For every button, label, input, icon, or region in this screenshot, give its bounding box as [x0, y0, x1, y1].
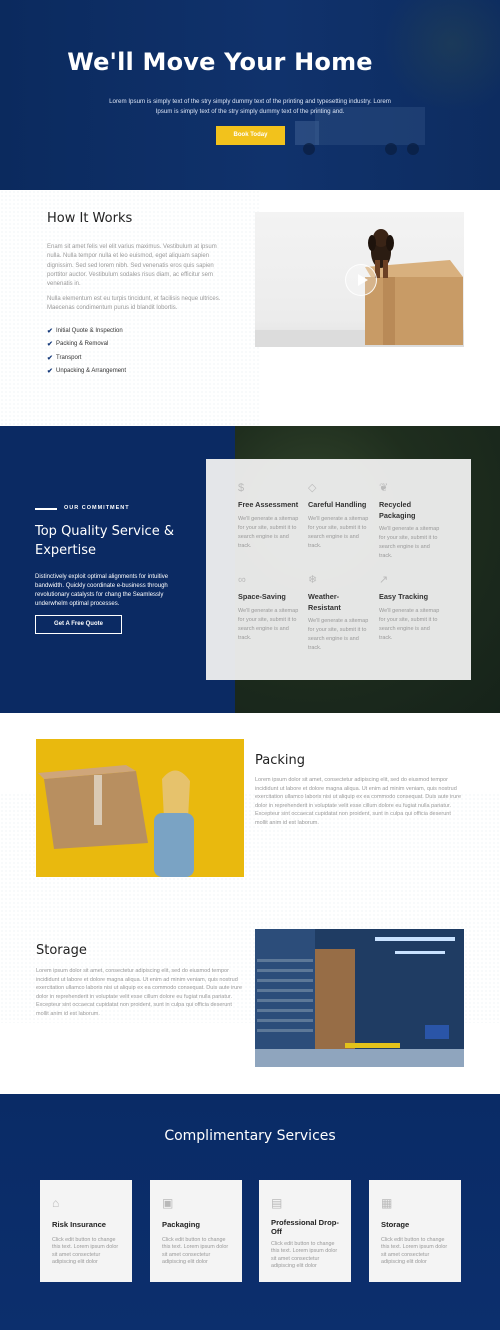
step-item: ✔ Initial Quote & Inspection: [47, 327, 123, 335]
feature-weather-resistant: ❄ Weather-Resistant We'll generate a sit…: [308, 574, 369, 651]
complimentary-section: Complimentary Services ⌂ Risk Insurance …: [0, 1094, 500, 1330]
diamond-icon: ◇: [308, 482, 317, 494]
warehouse-image: [255, 929, 464, 1067]
feature-free-assessment: $ Free Assessment We'll generate a sitem…: [238, 482, 299, 549]
check-icon: ✔: [47, 354, 53, 362]
commitment-description: Distinctively exploit optimal alignments…: [35, 574, 169, 607]
book-today-button[interactable]: Book Today: [216, 126, 285, 145]
service-card-packaging: ▣ Packaging Click edit button to change …: [150, 1180, 242, 1282]
steps-list: ✔ Initial Quote & Inspection ✔ Packing & R…: [47, 324, 126, 378]
check-icon: ✔: [47, 368, 53, 376]
packing-text: Lorem ipsum dolor sit amet, consectetur …: [255, 777, 462, 826]
hero-subtitle: Lorem Ipsum is simply text of the stry s…: [109, 98, 391, 115]
check-icon: ✔: [47, 341, 53, 349]
feature-careful-handling: ◇ Careful Handling We'll generate a site…: [308, 482, 369, 549]
service-card-storage: ▦ Storage Click edit button to change th…: [369, 1180, 461, 1282]
dollar-icon: $: [238, 482, 245, 494]
eyebrow-divider: [35, 508, 57, 510]
box-icon: ▣: [162, 1196, 174, 1210]
building-icon: ⌂: [52, 1196, 60, 1210]
service-card-drop-off: ▤ Professional Drop-Off Click edit butto…: [259, 1180, 351, 1282]
step-item: ✔ Transport: [47, 354, 82, 362]
hero-section: We'll Move Your Home Lorem Ipsum is simp…: [0, 0, 500, 190]
storage-text: Lorem ipsum dolor sit amet, consectetur …: [36, 968, 243, 1017]
step-item: ✔ Unpacking & Arrangement: [47, 368, 127, 376]
packing-storage-section: Packing Lorem ipsum dolor sit amet, cons…: [0, 713, 500, 1094]
features-card: $ Free Assessment We'll generate a sitem…: [206, 459, 471, 680]
store-icon: ▤: [271, 1196, 283, 1210]
cabinet-icon: ▦: [381, 1196, 393, 1210]
snowflake-icon: ❄: [308, 574, 318, 586]
how-paragraph-1: Enam sit amet felis vel elit varius maxi…: [47, 244, 217, 288]
commitment-section: OUR COMMITMENT Top Quality Service & Exp…: [0, 426, 500, 713]
hero-title: We'll Move Your Home: [67, 48, 373, 76]
complimentary-title: Complimentary Services: [164, 1128, 336, 1144]
feature-space-saving: ∞ Space-Saving We'll generate a sitemap …: [238, 574, 299, 641]
step-item: ✔ Packing & Removal: [47, 341, 109, 349]
link-icon: ∞: [238, 574, 246, 586]
woman-with-box-image: [36, 739, 244, 877]
service-card-risk-insurance: ⌂ Risk Insurance Click edit button to ch…: [40, 1180, 132, 1282]
dog-in-box-video[interactable]: [255, 212, 464, 347]
feature-easy-tracking: ↗ Easy Tracking We'll generate a sitemap…: [379, 574, 440, 641]
how-title: How It Works: [47, 211, 133, 226]
commitment-eyebrow: OUR COMMITMENT: [64, 505, 130, 511]
play-button[interactable]: [345, 264, 377, 296]
leaf-icon: ❦: [379, 482, 389, 494]
free-quote-button[interactable]: Get A Free Quote: [35, 615, 122, 634]
check-icon: ✔: [47, 327, 53, 335]
feature-recycled-packaging: ❦ Recycled Packaging We'll generate a si…: [379, 482, 440, 559]
how-paragraph-2: Nulla elementum est eu turpis tincidunt,…: [47, 296, 221, 312]
storage-title: Storage: [36, 943, 87, 958]
chart-icon: ↗: [379, 574, 389, 586]
commitment-title: Top Quality Service & Expertise: [35, 524, 174, 558]
commitment-left-panel: [0, 426, 235, 713]
packing-title: Packing: [255, 753, 306, 768]
how-it-works-section: How It Works Enam sit amet felis vel eli…: [0, 190, 500, 426]
